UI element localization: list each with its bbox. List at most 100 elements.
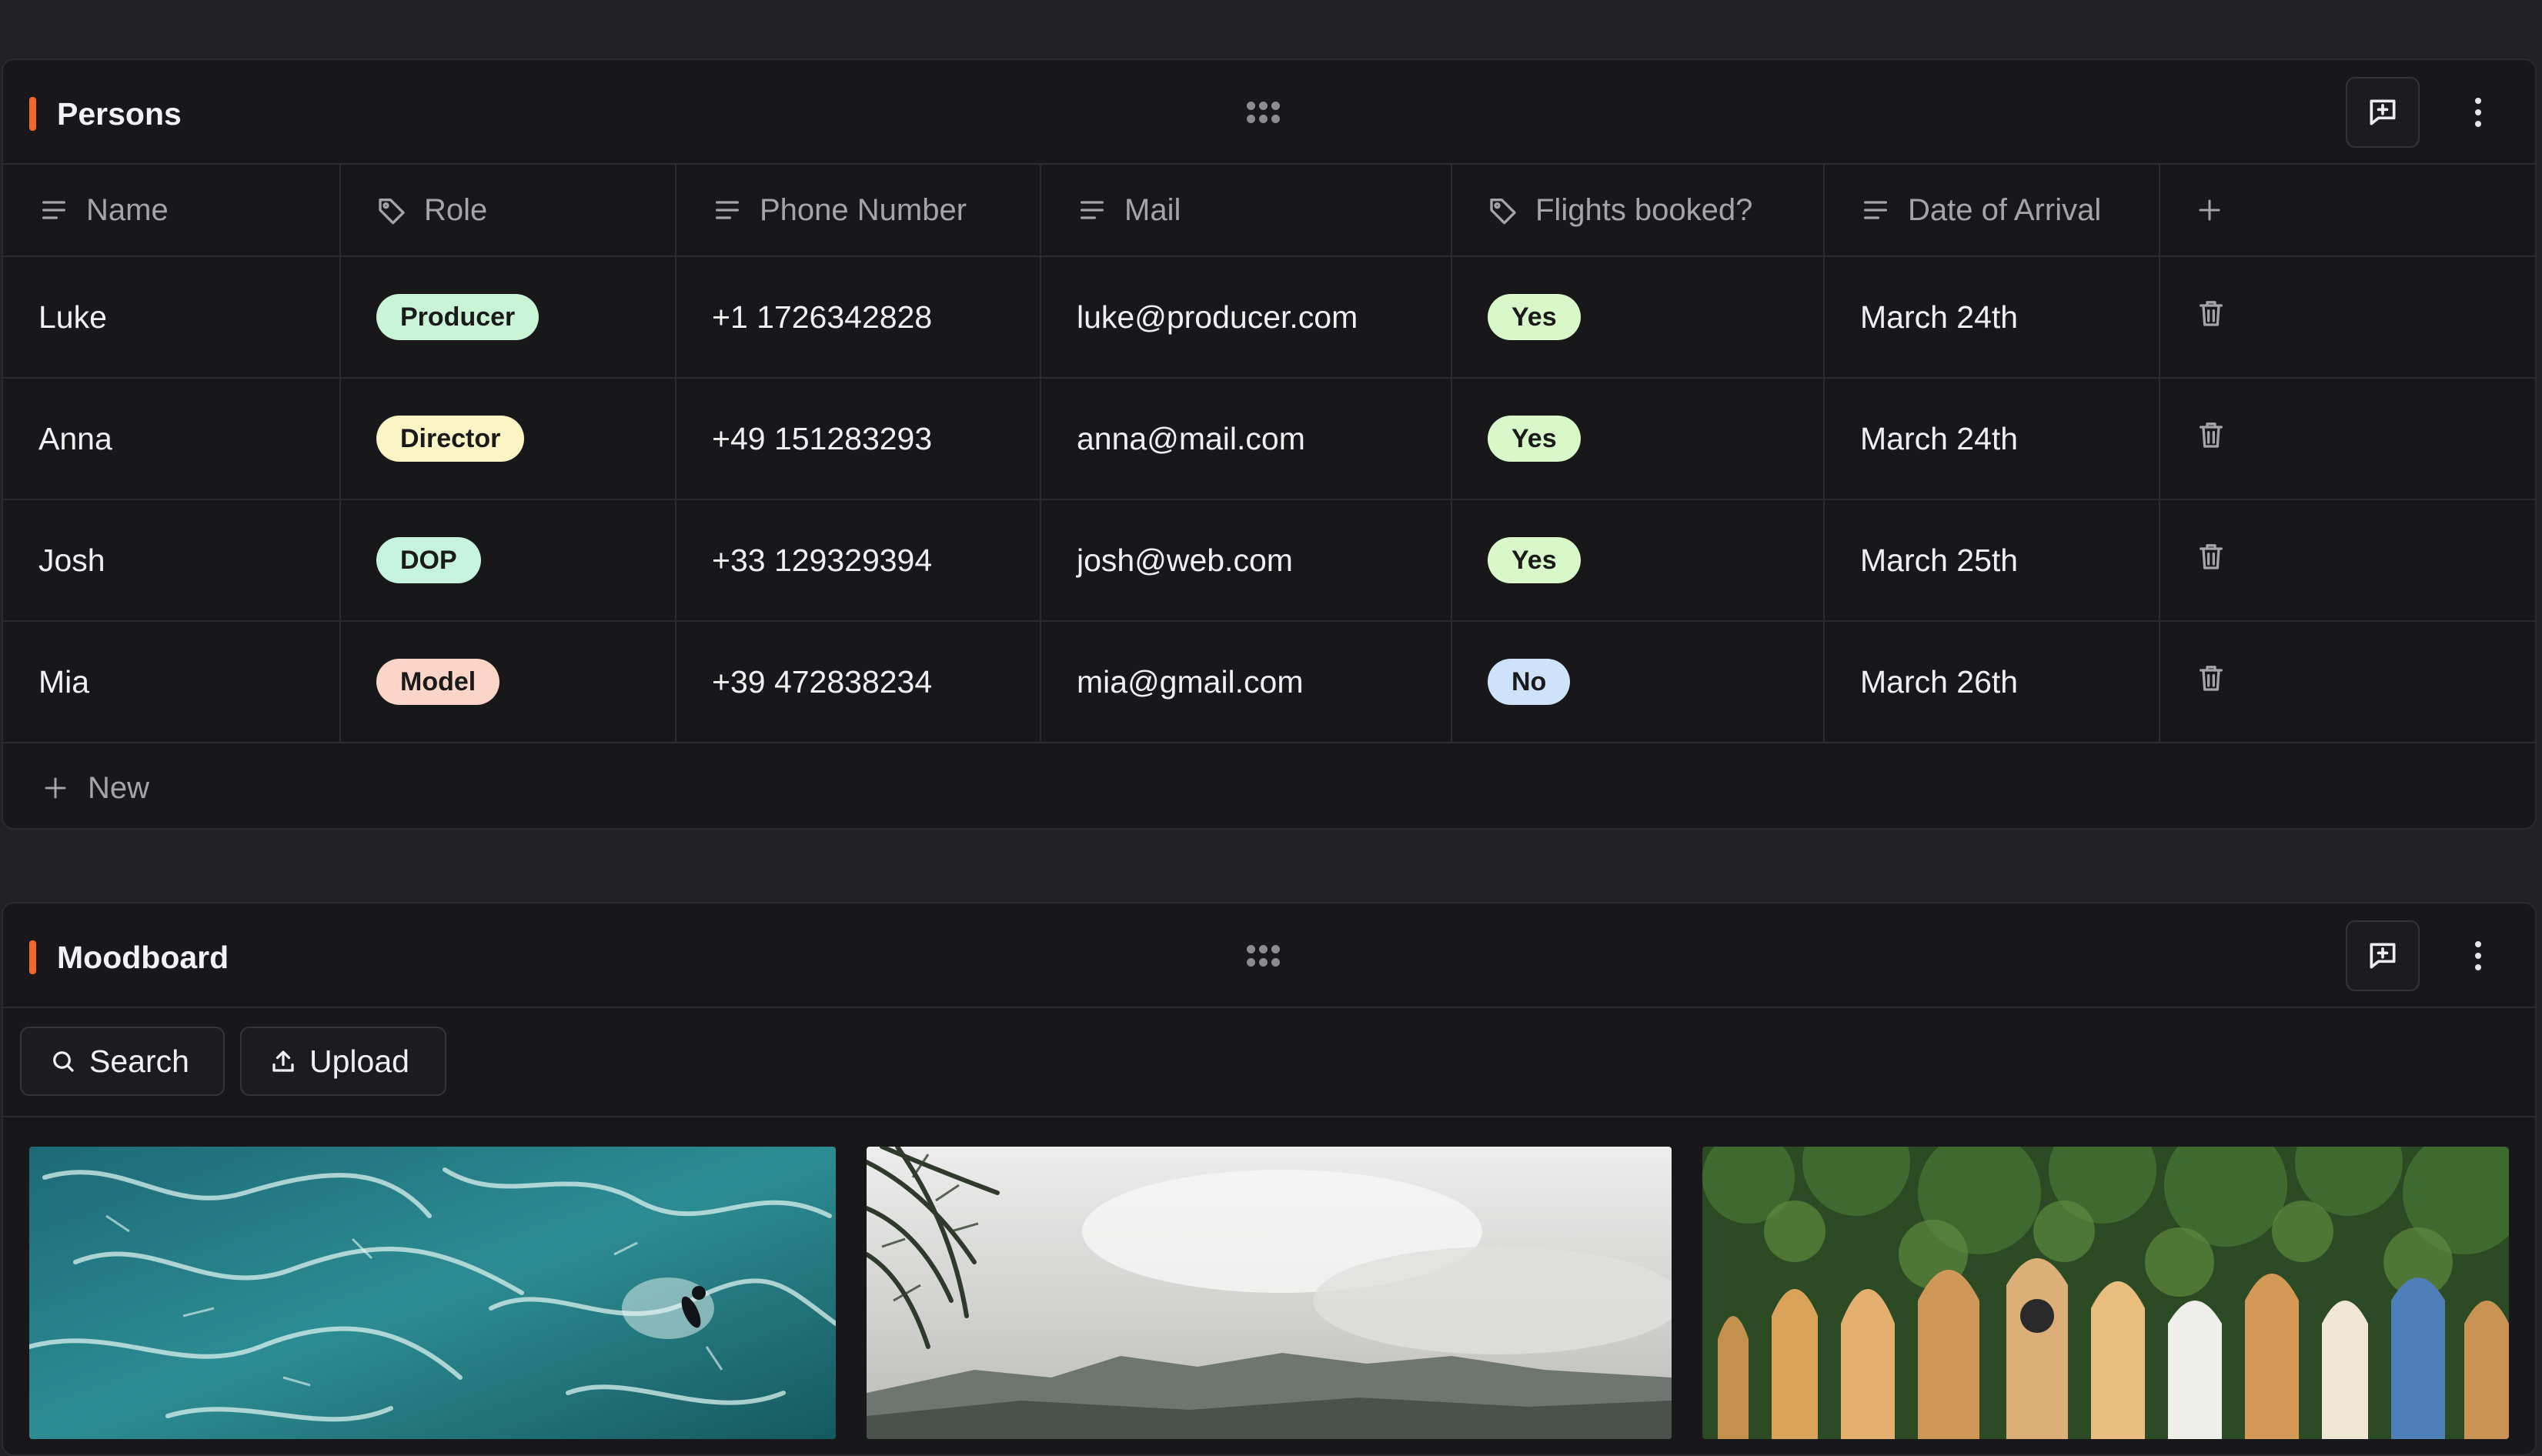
column-header[interactable]: Mail: [1041, 165, 1452, 257]
upload-button[interactable]: Upload: [240, 1027, 446, 1096]
upload-label: Upload: [309, 1043, 409, 1079]
name-cell[interactable]: Josh: [3, 499, 341, 622]
name-cell[interactable]: Anna: [3, 378, 341, 500]
column-header-label: Flights booked?: [1535, 192, 1753, 227]
mail-address: luke@producer.com: [1077, 299, 1358, 335]
column-header-label: Mail: [1124, 192, 1181, 227]
phone-number: +33 129329394: [712, 542, 933, 578]
column-header-label: Role: [424, 192, 488, 227]
phone-cell[interactable]: +1 1726342828: [676, 256, 1041, 379]
add-new-row-button[interactable]: New: [3, 743, 2535, 828]
trash-icon: [2200, 422, 2223, 448]
table-header-row: Name Role Phone Number Mail Flights booked? D…: [3, 165, 2535, 257]
delete-row-button[interactable]: [2160, 256, 2535, 379]
flights-cell[interactable]: Yes: [1451, 499, 1825, 622]
arrival-cell[interactable]: March 25th: [1824, 499, 2160, 622]
table-row[interactable]: Luke Producer +1 1726342828 luke@producer.c…: [3, 256, 2535, 379]
column-header[interactable]: Date of Arrival: [1824, 165, 2160, 257]
plus-icon: [45, 777, 66, 799]
text-lines-icon: [1864, 201, 1887, 219]
text-lines-icon: [42, 201, 66, 219]
column-header[interactable]: Role: [340, 165, 676, 257]
more-options-icon[interactable]: [2463, 931, 2494, 980]
moodboard-toolbar: Search Upload: [3, 1008, 2535, 1117]
persons-header: Persons: [3, 60, 2535, 165]
tag-icon: [379, 199, 405, 225]
mail-cell[interactable]: luke@producer.com: [1041, 256, 1452, 379]
phone-number: +49 151283293: [712, 420, 933, 456]
column-header[interactable]: Name: [3, 165, 341, 257]
phone-cell[interactable]: +49 151283293: [676, 378, 1041, 500]
column-header[interactable]: Flights booked?: [1451, 165, 1825, 257]
mail-cell[interactable]: mia@gmail.com: [1041, 621, 1452, 743]
phone-number: +39 472838234: [712, 663, 933, 700]
table-row[interactable]: Anna Director +49 151283293 anna@mail.com Ye…: [3, 378, 2535, 500]
phone-number: +1 1726342828: [712, 299, 933, 335]
accent-bar: [29, 97, 36, 131]
mail-address: mia@gmail.com: [1077, 663, 1304, 700]
arrival-date: March 26th: [1860, 663, 2019, 700]
more-options-icon[interactable]: [2463, 88, 2494, 137]
delete-row-button[interactable]: [2160, 378, 2535, 500]
add-column-button[interactable]: [2160, 165, 2535, 257]
trash-icon: [2200, 301, 2223, 326]
arrival-cell[interactable]: March 24th: [1824, 378, 2160, 500]
palm-mountain-image[interactable]: [867, 1147, 1672, 1439]
arrival-cell[interactable]: March 24th: [1824, 256, 2160, 379]
arrival-date: March 25th: [1860, 542, 2019, 578]
mail-cell[interactable]: josh@web.com: [1041, 499, 1452, 622]
arrival-date: March 24th: [1860, 299, 2019, 335]
role-cell[interactable]: Director: [340, 378, 676, 500]
delete-row-button[interactable]: [2160, 499, 2535, 622]
name-cell[interactable]: Luke: [3, 256, 341, 379]
flights-cell[interactable]: Yes: [1451, 256, 1825, 379]
add-comment-button[interactable]: [2346, 920, 2420, 991]
search-button[interactable]: Search: [20, 1027, 225, 1096]
flights-badge: Yes: [1488, 294, 1581, 340]
role-badge: Director: [376, 416, 525, 462]
flights-badge: Yes: [1488, 416, 1581, 462]
accent-bar: [29, 940, 36, 974]
person-name: Mia: [38, 663, 90, 700]
column-header-label: Phone Number: [760, 192, 967, 227]
tag-icon: [1490, 199, 1516, 225]
delete-row-button[interactable]: [2160, 621, 2535, 743]
mail-address: josh@web.com: [1077, 542, 1293, 578]
column-header-label: Date of Arrival: [1908, 192, 2102, 227]
arrival-cell[interactable]: March 26th: [1824, 621, 2160, 743]
upload-icon: [272, 1050, 294, 1072]
comment-plus-icon: [2370, 99, 2396, 125]
phone-cell[interactable]: +33 129329394: [676, 499, 1041, 622]
role-badge: Producer: [376, 294, 539, 340]
flights-cell[interactable]: Yes: [1451, 378, 1825, 500]
mail-cell[interactable]: anna@mail.com: [1041, 378, 1452, 500]
role-cell[interactable]: Model: [340, 621, 676, 743]
flights-badge: No: [1488, 659, 1571, 705]
add-comment-button[interactable]: [2346, 77, 2420, 148]
role-cell[interactable]: Producer: [340, 256, 676, 379]
ocean-surfer-image[interactable]: [29, 1147, 836, 1439]
person-name: Josh: [38, 542, 105, 578]
role-cell[interactable]: DOP: [340, 499, 676, 622]
person-name: Anna: [38, 420, 112, 456]
persons-table: Name Role Phone Number Mail Flights booked? D…: [3, 165, 2535, 743]
surfboards-image[interactable]: [1702, 1147, 2509, 1439]
search-label: Search: [89, 1043, 189, 1079]
person-name: Luke: [38, 299, 107, 335]
table-row[interactable]: Josh DOP +33 129329394 josh@web.com Yes March…: [3, 499, 2535, 622]
trash-icon: [2200, 666, 2223, 691]
flights-badge: Yes: [1488, 537, 1581, 583]
drag-handle-icon[interactable]: [1247, 102, 1284, 128]
moodboard-header: Moodboard: [3, 903, 2535, 1008]
column-header[interactable]: Phone Number: [676, 165, 1041, 257]
role-badge: DOP: [376, 537, 481, 583]
plus-icon: [2199, 199, 2220, 221]
text-lines-icon: [716, 201, 739, 219]
column-header-label: Name: [86, 192, 169, 227]
name-cell[interactable]: Mia: [3, 621, 341, 743]
phone-cell[interactable]: +39 472838234: [676, 621, 1041, 743]
persons-panel: Persons Name Role Phone Number Mail Flights …: [2, 58, 2537, 830]
table-row[interactable]: Mia Model +39 472838234 mia@gmail.com No Marc…: [3, 621, 2535, 743]
flights-cell[interactable]: No: [1451, 621, 1825, 743]
drag-handle-icon[interactable]: [1247, 945, 1284, 971]
